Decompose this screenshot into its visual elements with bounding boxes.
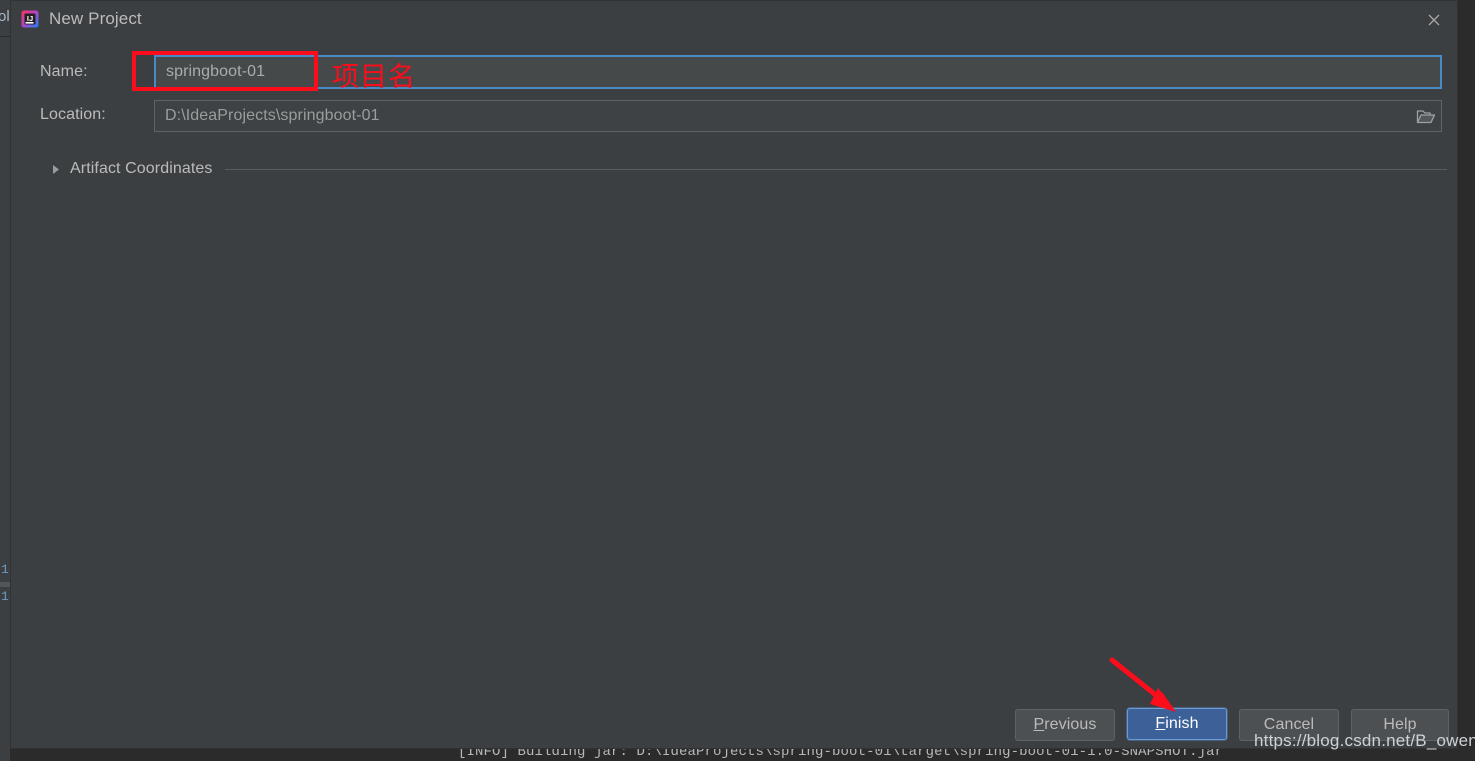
ide-tool-window-tab-label: ol (0, 8, 10, 25)
intellij-idea-icon: IJ (20, 9, 40, 29)
location-field-label: Location: (40, 106, 106, 123)
artifact-coordinates-label: Artifact Coordinates (70, 160, 213, 177)
name-field-label: Name: (40, 63, 88, 80)
section-separator (224, 168, 1447, 170)
chevron-right-icon (49, 162, 63, 176)
dialog-title: New Project (49, 9, 142, 28)
watermark-text: https://blog.csdn.net/B_owen (1254, 731, 1475, 750)
folder-open-icon[interactable] (1411, 101, 1441, 131)
previous-button[interactable]: Previous (1015, 709, 1115, 741)
previous-button-label: revious (1044, 716, 1097, 733)
svg-text:IJ: IJ (27, 14, 33, 23)
new-project-dialog: IJ New Project Name: Location: Artifact … (10, 0, 1458, 749)
artifact-coordinates-section-toggle[interactable]: Artifact Coordinates (49, 158, 1449, 180)
finish-button[interactable]: Finish (1127, 708, 1227, 740)
ide-gutter-divider (0, 36, 10, 37)
editor-line-number: 1 (1, 589, 9, 604)
finish-button-mnemonic: F (1155, 715, 1166, 732)
name-field-callout-text: 项目名 (332, 62, 416, 93)
dialog-titlebar: IJ New Project (11, 1, 1457, 39)
finish-button-label: inish (1165, 715, 1199, 732)
editor-line-number: 1 (1, 562, 9, 577)
previous-button-mnemonic: P (1033, 716, 1045, 733)
editor-selection-band (0, 582, 10, 587)
project-location-input[interactable] (154, 100, 1442, 132)
close-icon[interactable] (1411, 1, 1457, 39)
